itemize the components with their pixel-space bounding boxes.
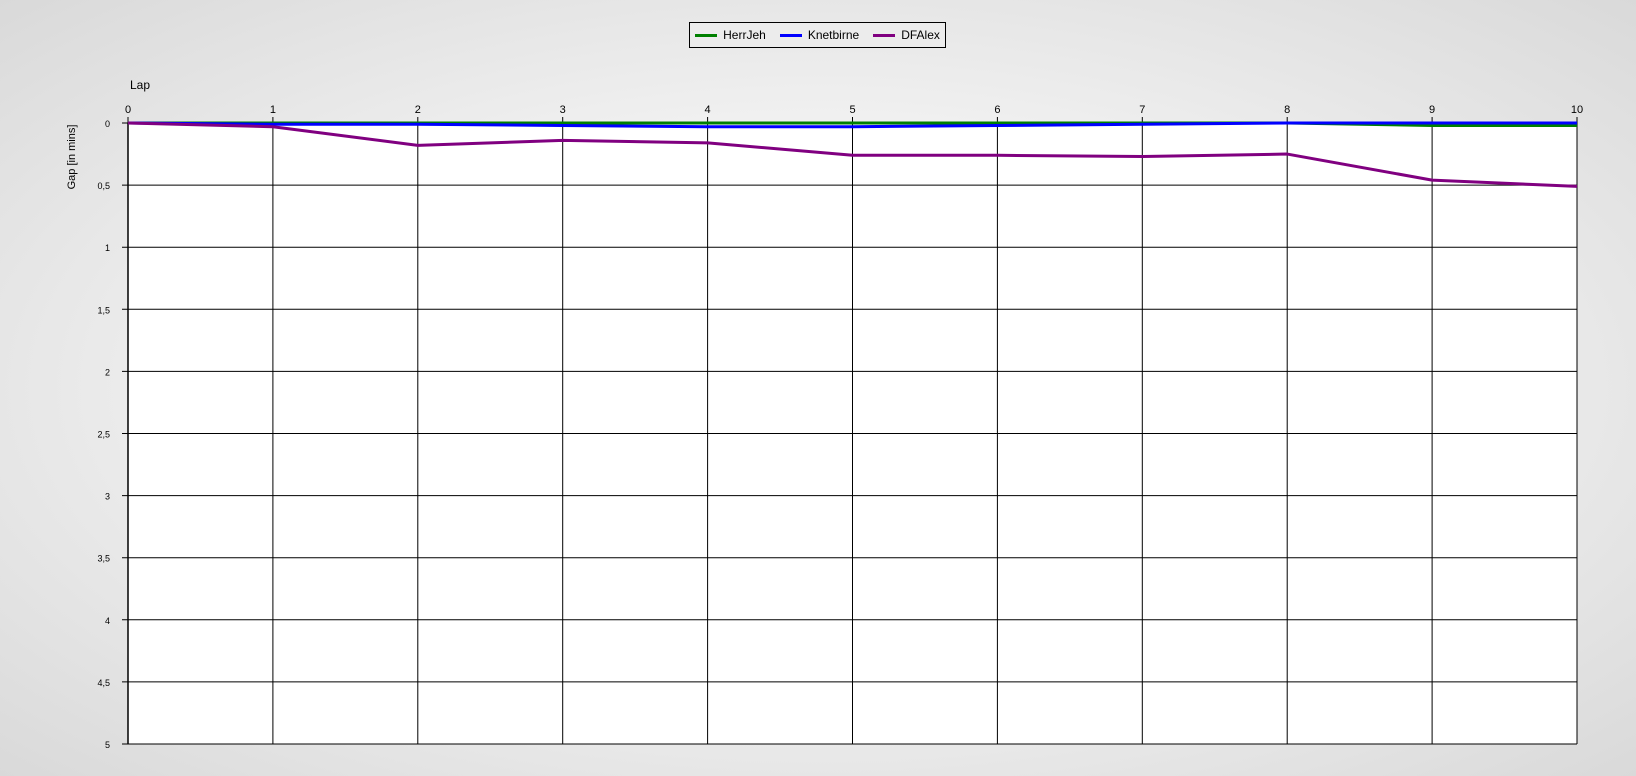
x-tick-label: 10 [1571, 104, 1583, 116]
y-tick-label: 1 [105, 243, 110, 253]
x-tick-labels: 0 1 2 3 4 5 6 7 8 9 10 [125, 104, 1583, 116]
x-tick-label: 6 [994, 104, 1000, 116]
x-tick-label: 1 [270, 104, 276, 116]
x-tick-label: 9 [1429, 104, 1435, 116]
x-tick-label: 0 [125, 104, 131, 116]
y-tick-label: 4 [105, 616, 110, 626]
x-tick-label: 7 [1139, 104, 1145, 116]
x-tick-label: 2 [415, 104, 421, 116]
y-tick-label: 5 [105, 740, 110, 750]
y-tick-label: 3 [105, 492, 110, 502]
y-tick-label: 4,5 [97, 678, 110, 688]
gap-chart: 0 1 2 3 4 5 6 7 8 9 10 0 0,5 1 1,5 2 2,5 3 3,5 4 4,5 5 Lap G… [66, 78, 1583, 750]
x-tick-label: 8 [1284, 104, 1290, 116]
x-tick-label: 4 [705, 104, 711, 116]
y-tick-label: 3,5 [97, 554, 110, 564]
x-tick-label: 3 [560, 104, 566, 116]
y-tick-label: 2,5 [97, 430, 110, 440]
y-tick-label: 1,5 [97, 305, 110, 315]
y-tick-label: 0,5 [97, 181, 110, 191]
y-axis-title: Gap [in mins] [66, 125, 78, 190]
x-tick-label: 5 [849, 104, 855, 116]
y-tick-labels: 0 0,5 1 1,5 2 2,5 3 3,5 4 4,5 5 [97, 119, 110, 750]
y-tick-label: 0 [105, 119, 110, 129]
y-tick-label: 2 [105, 367, 110, 377]
x-axis-title: Lap [130, 78, 150, 92]
